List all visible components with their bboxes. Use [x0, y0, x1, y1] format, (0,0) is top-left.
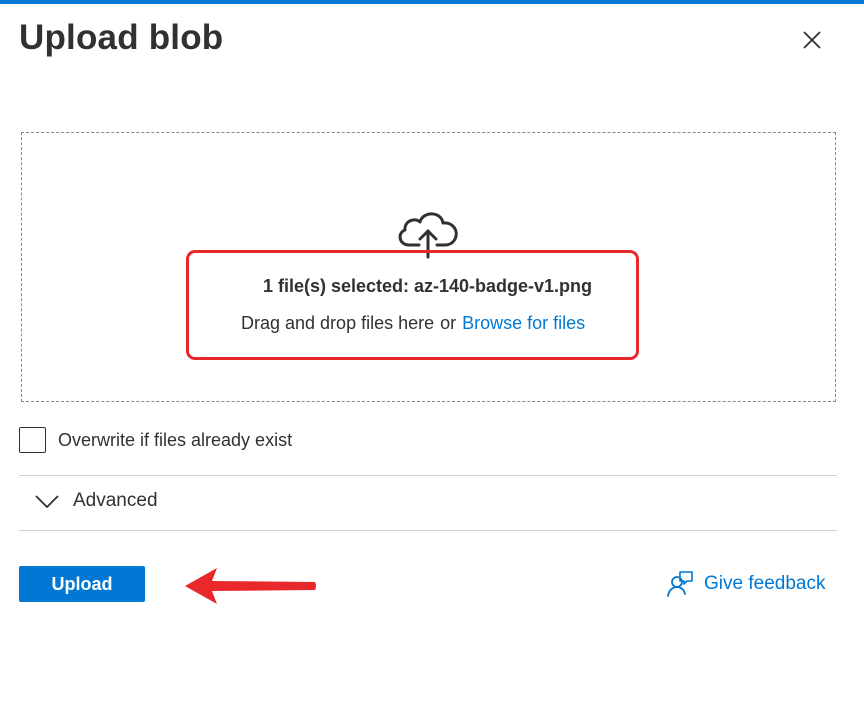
annotation-highlight-box — [186, 250, 639, 360]
give-feedback-link[interactable]: Give feedback — [666, 570, 825, 598]
chevron-down-icon — [35, 495, 59, 508]
divider — [19, 475, 837, 476]
divider — [19, 530, 837, 531]
overwrite-checkbox-row[interactable]: Overwrite if files already exist — [19, 427, 292, 453]
annotation-arrow-icon — [185, 568, 316, 604]
dialog-title: Upload blob — [19, 18, 224, 57]
overwrite-label: Overwrite if files already exist — [58, 429, 293, 450]
close-icon — [803, 31, 821, 49]
feedback-person-icon — [667, 571, 693, 597]
give-feedback-label: Give feedback — [704, 573, 826, 594]
close-button[interactable] — [798, 26, 826, 54]
advanced-label: Advanced — [73, 490, 158, 511]
advanced-toggle[interactable]: Advanced — [33, 490, 158, 512]
upload-button[interactable]: Upload — [19, 566, 145, 602]
overwrite-checkbox[interactable] — [19, 427, 46, 453]
top-accent-bar — [0, 0, 864, 4]
